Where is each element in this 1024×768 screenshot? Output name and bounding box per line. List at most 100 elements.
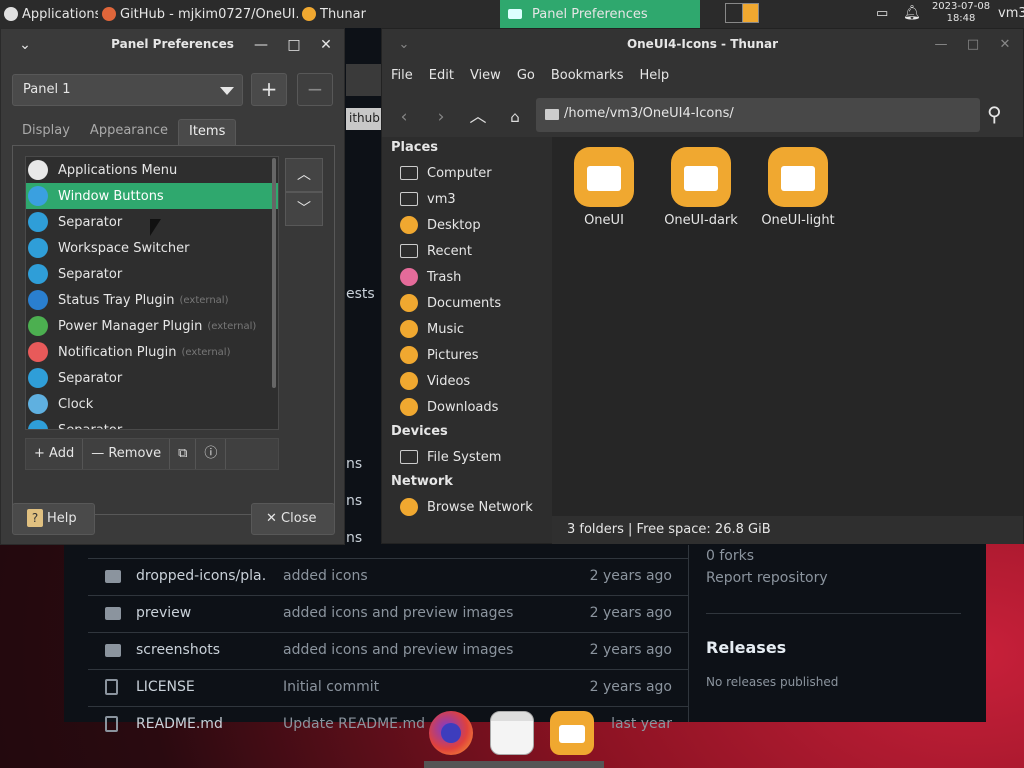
remove-panel-button[interactable]: −	[297, 73, 333, 106]
taskbar-thunar[interactable]: Thunar	[298, 0, 388, 28]
window-menu-icon[interactable]: ⌄	[390, 29, 418, 61]
place-icon	[400, 244, 418, 258]
scrollbar[interactable]	[272, 158, 276, 388]
menu-file[interactable]: File	[391, 68, 413, 83]
file-name[interactable]: preview	[136, 605, 266, 621]
item-about-button[interactable]: ⓘ	[196, 439, 227, 469]
forward-icon[interactable]: ›	[426, 102, 456, 132]
table-row[interactable]: dropped-icons/pla… added icons 2 years ago	[88, 558, 688, 595]
add-item-button[interactable]: + Add	[26, 439, 84, 469]
list-item[interactable]: Separator	[26, 365, 278, 391]
list-item[interactable]: Window Buttons	[26, 183, 278, 209]
clock[interactable]: 2023-07-08 18:48	[926, 0, 996, 25]
folder-item[interactable]: OneUI-dark	[655, 147, 747, 228]
commit-message[interactable]: added icons and preview images	[283, 605, 513, 621]
applications-menu-button[interactable]: Applications	[0, 0, 98, 28]
list-item[interactable]: Status Tray Plugin (external)	[26, 287, 278, 313]
commit-message[interactable]: added icons and preview images	[283, 642, 513, 658]
help-button[interactable]: ? Help	[12, 503, 95, 535]
menu-go[interactable]: Go	[517, 68, 535, 83]
file-name[interactable]: dropped-icons/pla…	[136, 568, 266, 584]
file-name[interactable]: README.md	[136, 716, 266, 732]
file-name[interactable]: LICENSE	[136, 679, 266, 695]
commit-message[interactable]: Initial commit	[283, 679, 379, 695]
close-icon[interactable]: ✕	[312, 29, 340, 61]
sidebar-item[interactable]: Music	[400, 317, 464, 341]
folder-item[interactable]: OneUI-light	[752, 147, 844, 228]
sidebar-item[interactable]: File System	[400, 445, 501, 469]
move-down-button[interactable]: ﹀	[285, 192, 323, 226]
table-row[interactable]: LICENSE Initial commit 2 years ago	[88, 669, 688, 706]
maximize-icon[interactable]: □	[280, 29, 308, 61]
browser-url-fragment[interactable]: ithub.c	[346, 108, 386, 130]
section-network: Network	[391, 474, 453, 489]
window-titlebar[interactable]: ⌄ OneUI4-Icons - Thunar — □ ✕	[382, 29, 1023, 61]
remove-item-button[interactable]: — Remove	[83, 439, 171, 469]
list-item[interactable]: Separator	[26, 261, 278, 287]
list-item[interactable]: Clock	[26, 391, 278, 417]
table-row[interactable]: preview added icons and preview images 2 y…	[88, 595, 688, 632]
window-launcher-icon[interactable]	[490, 711, 534, 755]
tab-display[interactable]: Display	[12, 119, 80, 145]
home-icon[interactable]: ⌂	[500, 102, 530, 132]
move-up-button[interactable]: ︿	[285, 158, 323, 192]
thunar-window: ⌄ OneUI4-Icons - Thunar — □ ✕ File Edit …	[381, 28, 1024, 544]
commit-message[interactable]: added icons	[283, 568, 368, 584]
page-text-fragment: ns	[346, 493, 363, 509]
menu-view[interactable]: View	[470, 68, 501, 83]
battery-icon[interactable]: ▭	[876, 6, 888, 21]
maximize-icon[interactable]: □	[959, 29, 987, 61]
tab-items[interactable]: Items	[177, 119, 237, 145]
list-item[interactable]: Notification Plugin (external)	[26, 339, 278, 365]
file-manager-launcher-icon[interactable]	[550, 711, 594, 755]
taskbar-panel-preferences[interactable]: Panel Preferences	[500, 0, 700, 28]
list-item[interactable]: Workspace Switcher	[26, 235, 278, 261]
items-list[interactable]: Applications Menu Window Buttons Separator…	[25, 156, 279, 430]
sidebar-item[interactable]: Browse Network	[400, 495, 533, 519]
commit-message[interactable]: Update README.md	[283, 716, 425, 732]
menu-bookmarks[interactable]: Bookmarks	[551, 68, 624, 83]
sidebar-item[interactable]: Downloads	[400, 395, 498, 419]
item-properties-button[interactable]: ⧉	[170, 439, 197, 469]
folder-item[interactable]: OneUI	[558, 147, 650, 228]
table-row[interactable]: screenshots added icons and preview image…	[88, 632, 688, 669]
sidebar-item[interactable]: Computer	[400, 161, 492, 185]
close-icon[interactable]: ✕	[991, 29, 1019, 61]
minimize-icon[interactable]: —	[927, 29, 955, 61]
menu-help[interactable]: Help	[639, 68, 669, 83]
sidebar-item[interactable]: Recent	[400, 239, 472, 263]
notification-bell-icon[interactable]: 🔔︎	[903, 5, 921, 21]
taskbar-github[interactable]: GitHub - mjkim0727/OneUI…	[98, 0, 298, 28]
sidebar-item[interactable]: Trash	[400, 265, 461, 289]
firefox-launcher-icon[interactable]	[429, 711, 473, 755]
sidebar-item[interactable]: Videos	[400, 369, 470, 393]
window-menu-icon[interactable]: ⌄	[11, 29, 39, 61]
add-panel-button[interactable]: +	[251, 73, 287, 106]
list-item[interactable]: Applications Menu	[26, 157, 278, 183]
user-name[interactable]: vm3	[998, 6, 1024, 21]
location-bar[interactable]: /home/vm3/OneUI4-Icons/	[536, 98, 980, 132]
sidebar-item[interactable]: Desktop	[400, 213, 481, 237]
file-view[interactable]: OneUI OneUI-dark OneUI-light	[552, 137, 1023, 516]
workspace-switcher[interactable]	[725, 3, 759, 23]
search-icon[interactable]: ⚲	[987, 102, 1002, 126]
menu-edit[interactable]: Edit	[429, 68, 454, 83]
sidebar-item[interactable]: Pictures	[400, 343, 478, 367]
forks-count[interactable]: 0 forks	[706, 548, 754, 564]
window-titlebar[interactable]: ⌄ Panel Preferences — □ ✕	[1, 29, 344, 61]
report-repository-link[interactable]: Report repository	[706, 570, 828, 586]
up-icon[interactable]: ︿	[463, 102, 493, 132]
item-label: Separator	[58, 370, 123, 386]
panel-select[interactable]: Panel 1	[12, 74, 243, 106]
folder-icon	[545, 109, 559, 120]
minimize-icon[interactable]: —	[247, 29, 275, 61]
list-item[interactable]: Separator	[26, 417, 278, 429]
releases-heading[interactable]: Releases	[706, 638, 786, 657]
close-button[interactable]: ✕ Close	[251, 503, 335, 535]
back-icon[interactable]: ‹	[389, 102, 419, 132]
tab-appearance[interactable]: Appearance	[80, 119, 178, 145]
sidebar-item[interactable]: Documents	[400, 291, 501, 315]
file-name[interactable]: screenshots	[136, 642, 266, 658]
list-item[interactable]: Power Manager Plugin (external)	[26, 313, 278, 339]
sidebar-item[interactable]: vm3	[400, 187, 456, 211]
